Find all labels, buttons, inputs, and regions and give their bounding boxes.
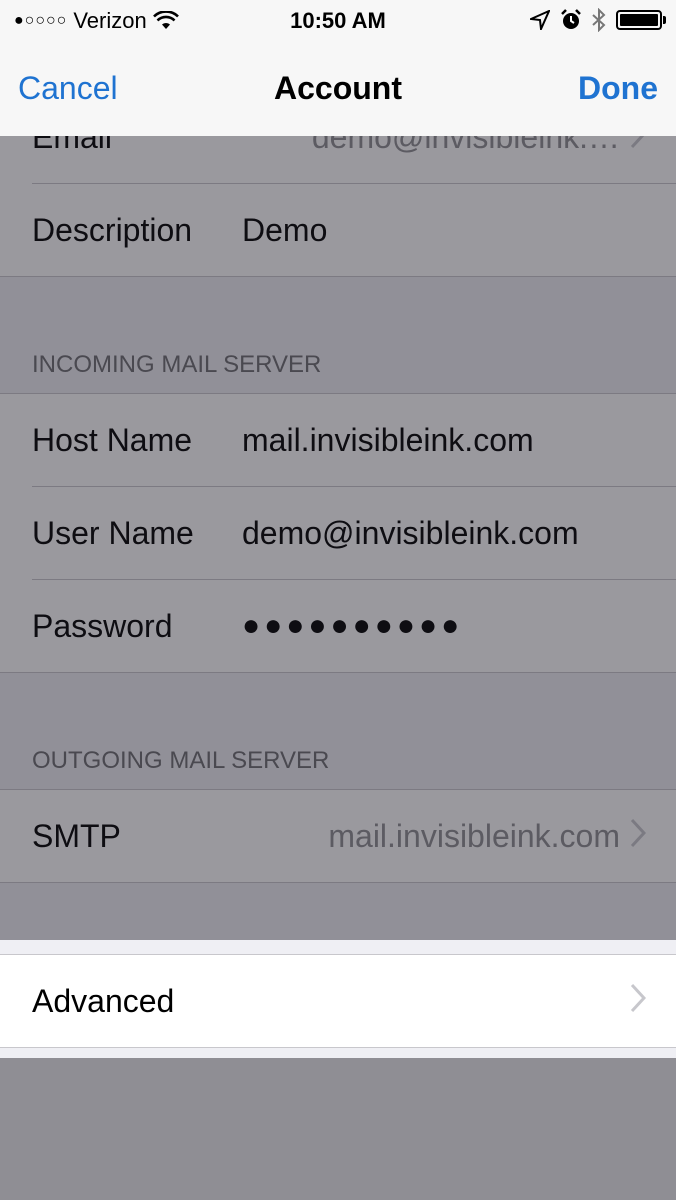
section-spacer xyxy=(0,883,676,943)
advanced-row[interactable]: Advanced xyxy=(32,955,676,1047)
description-label: Description xyxy=(32,211,193,248)
description-field[interactable]: Demo xyxy=(242,212,676,249)
alarm-icon xyxy=(561,9,581,29)
smtp-row[interactable]: SMTP mail.invisibleink.com xyxy=(32,790,676,882)
user-name-label: User Name xyxy=(32,514,194,551)
host-name-label: Host Name xyxy=(32,421,193,458)
user-name-field[interactable]: demo@invisibleink.com xyxy=(242,515,676,552)
chevron-right-icon xyxy=(630,136,645,149)
navigation-bar: Cancel Account Done xyxy=(0,44,676,136)
smtp-label: SMTP xyxy=(32,817,121,854)
advanced-label: Advanced xyxy=(32,982,175,1019)
description-row[interactable]: Description Demo xyxy=(32,184,676,276)
password-field[interactable]: ●●●●●●●●●● xyxy=(242,609,676,643)
account-group: Email demo@invisibleink.… Description De… xyxy=(0,136,676,277)
battery-icon xyxy=(616,10,666,30)
done-button[interactable]: Done xyxy=(578,70,658,107)
outgoing-group: SMTP mail.invisibleink.com xyxy=(0,789,676,883)
host-name-field[interactable]: mail.invisibleink.com xyxy=(242,422,676,459)
advanced-section: Advanced xyxy=(0,940,676,1058)
incoming-section-header: INCOMING MAIL SERVER xyxy=(0,277,676,393)
location-arrow-icon xyxy=(530,10,550,30)
password-row[interactable]: Password ●●●●●●●●●● xyxy=(32,580,676,672)
email-value: demo@invisibleink.… xyxy=(311,136,620,155)
outgoing-section-header: OUTGOING MAIL SERVER xyxy=(0,673,676,789)
page-title: Account xyxy=(274,70,402,106)
dim-overlay-bottom xyxy=(0,1058,676,1200)
chevron-right-icon xyxy=(630,818,646,848)
advanced-group: Advanced xyxy=(0,954,676,1048)
chevron-right-icon xyxy=(630,983,646,1013)
smtp-value: mail.invisibleink.com xyxy=(328,817,620,854)
incoming-group: Host Name mail.invisibleink.com User Nam… xyxy=(0,393,676,673)
password-label: Password xyxy=(32,607,173,644)
host-name-row[interactable]: Host Name mail.invisibleink.com xyxy=(32,394,676,487)
status-bar: ●○○○○ Verizon 10:50 AM xyxy=(0,0,676,44)
email-label: Email xyxy=(32,136,113,155)
bluetooth-icon xyxy=(592,8,606,32)
user-name-row[interactable]: User Name demo@invisibleink.com xyxy=(32,487,676,580)
status-icons xyxy=(530,8,666,32)
email-row[interactable]: Email demo@invisibleink.… xyxy=(32,136,676,184)
account-settings-list: Email demo@invisibleink.… Description De… xyxy=(0,136,676,1200)
